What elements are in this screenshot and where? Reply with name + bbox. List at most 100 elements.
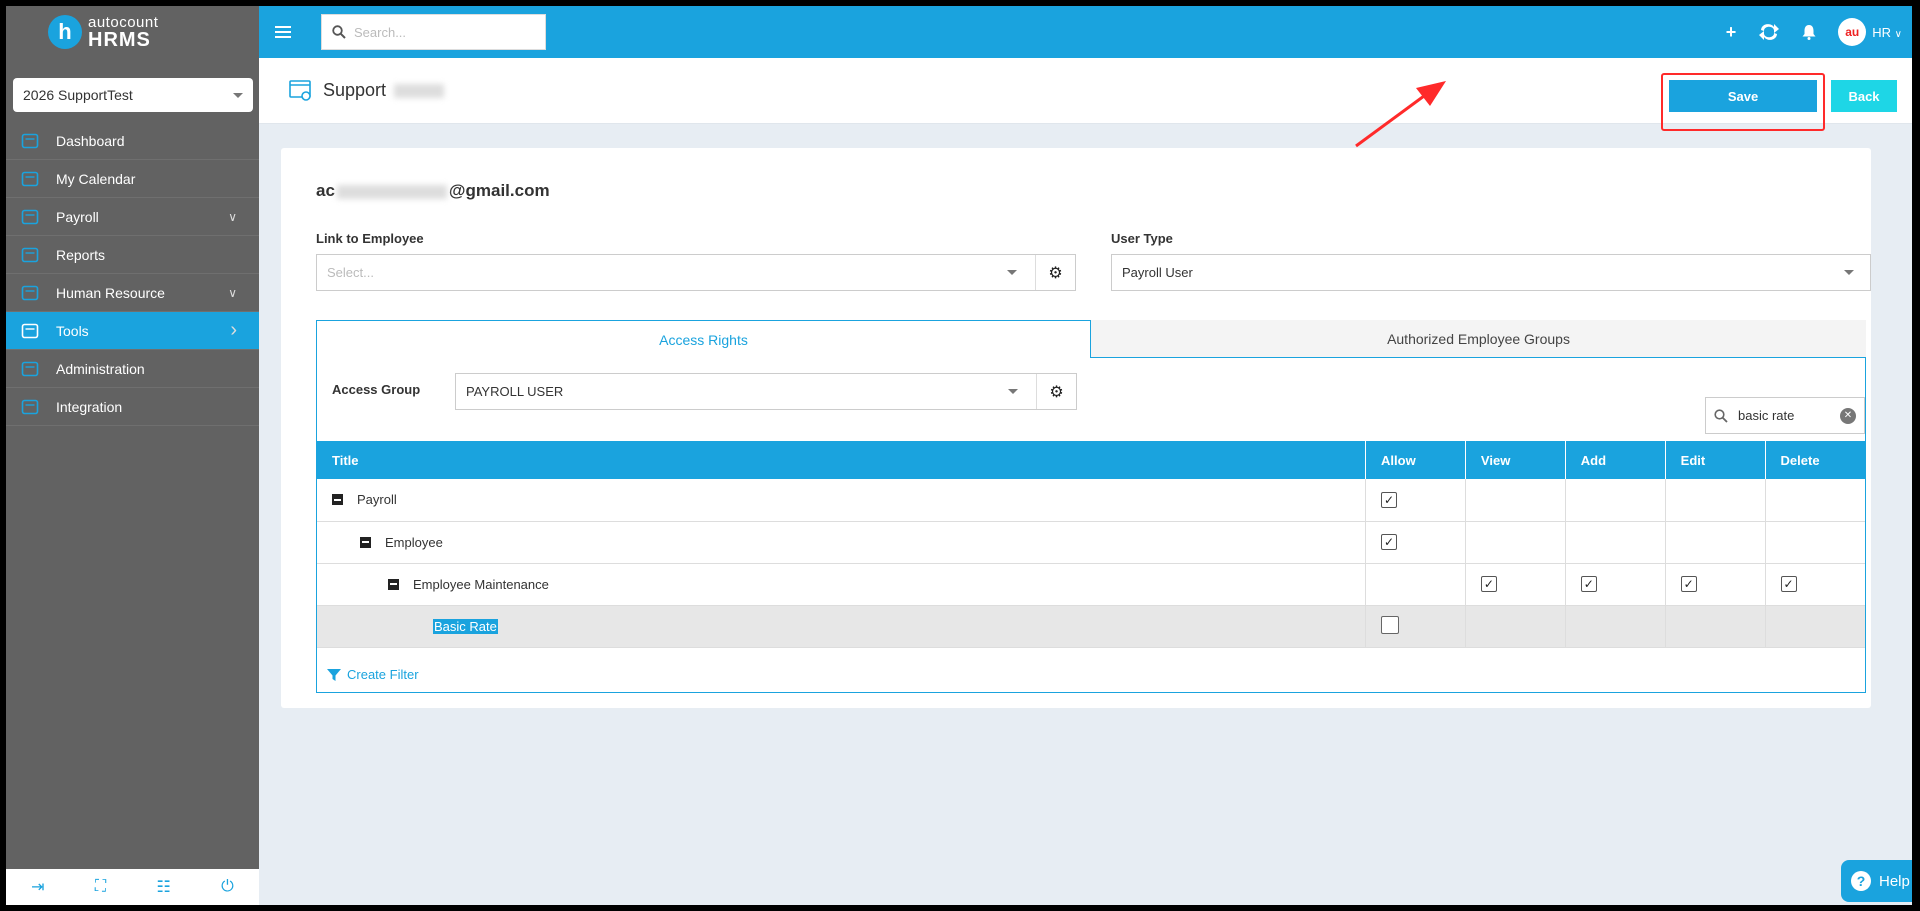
tab-authorized-employee-groups[interactable]: Authorized Employee Groups [1091,320,1866,358]
sidebar-nav: Dashboard My Calendar Payroll ∨ Reports Human… [6,122,259,426]
global-search[interactable] [321,14,546,50]
caret-down-icon [1844,270,1854,275]
user-type-value: Payroll User [1122,265,1193,280]
clear-icon[interactable]: ✕ [1840,407,1856,424]
gear-icon[interactable]: ⚙ [1036,374,1076,409]
help-label: Help [1879,872,1910,890]
sidebar-item-my-calendar[interactable]: My Calendar [6,160,259,198]
sidebar-item-administration[interactable]: Administration [6,350,259,388]
page-header: Support Save Back [259,58,1912,131]
view-checkbox[interactable]: ✓ [1480,576,1497,592]
user-menu[interactable]: HR ∨ [1872,25,1902,40]
administration-icon [20,359,40,379]
perm-cell-view: ✓ [1465,563,1566,606]
gear-icon[interactable]: ⚙ [1035,255,1075,290]
caret-down-icon [1008,389,1018,394]
collapse-icon[interactable] [332,494,343,506]
user-card-icon [289,79,311,101]
column-header-add[interactable]: Add [1565,441,1666,479]
sidebar: h autocount HRMS 2026 SupportTest Dashbo… [6,6,259,905]
sidebar-footer: ⇥ ⛶ ☷ ⏻ [6,869,259,905]
perm-cell-add [1565,521,1666,564]
row-title: Payroll [357,492,397,508]
create-filter-link[interactable]: Create Filter [327,667,419,682]
row-title: Basic Rate [433,618,498,634]
access-rights-table: Title Allow View Add Edit Delete Payroll ✓ Empl… [317,441,1865,648]
sidebar-item-label: Integration [56,398,123,415]
help-icon: ? [1851,871,1871,891]
search-icon [332,25,346,39]
delete-checkbox[interactable]: ✓ [1780,576,1797,592]
access-group-select[interactable]: PAYROLL USER ⚙ [455,373,1077,410]
sidebar-item-label: My Calendar [56,170,136,187]
perm-cell-add: ✓ [1565,563,1666,606]
column-header-title[interactable]: Title [317,441,1367,479]
column-header-edit[interactable]: Edit [1665,441,1766,479]
sidebar-item-tools[interactable]: Tools › [6,312,259,350]
chevron-down-icon: ∨ [228,285,237,300]
chevron-down-icon: ∨ [228,209,237,224]
sync-icon[interactable] [1758,23,1780,41]
bell-icon[interactable] [1802,24,1816,40]
row-title-cell: Employee [317,521,1367,564]
menu-icon[interactable] [275,23,291,41]
filter-icon [327,668,341,681]
row-title-cell: Employee Maintenance [317,563,1367,606]
sidebar-item-human-resource[interactable]: Human Resource ∨ [6,274,259,312]
link-employee-label: Link to Employee [316,231,424,246]
perm-cell-allow [1365,563,1466,606]
translate-icon[interactable]: ☷ [156,877,170,897]
human-resource-icon [20,283,40,303]
company-selector[interactable]: 2026 SupportTest [13,78,253,112]
table-row: Basic Rate [317,605,1865,648]
sidebar-item-integration[interactable]: Integration [6,388,259,426]
row-title-cell: Basic Rate [317,605,1367,648]
link-employee-select[interactable]: Select... ⚙ [316,254,1076,291]
column-header-allow[interactable]: Allow [1365,441,1466,479]
perm-cell-add [1565,605,1666,648]
logo-icon: h [48,15,82,49]
add-checkbox[interactable]: ✓ [1580,576,1597,592]
sidebar-item-label: Human Resource [56,284,165,301]
perm-cell-view [1465,521,1566,564]
fullscreen-icon[interactable]: ⛶ [95,878,106,896]
user-form-card: ac @gmail.com Link to Employee Select... … [281,148,1871,708]
perm-cell-edit: ✓ [1665,563,1766,606]
perm-cell-delete: ✓ [1765,563,1865,606]
allow-checkbox[interactable]: ✓ [1381,534,1398,550]
caret-down-icon [233,92,243,98]
topbar: + au HR ∨ [259,6,1912,58]
row-title: Employee Maintenance [413,576,549,592]
sidebar-item-dashboard[interactable]: Dashboard [6,122,259,160]
user-email: ac @gmail.com [316,181,550,200]
link-employee-value: Select... [327,265,374,280]
collapse-icon[interactable] [388,578,399,590]
edit-checkbox[interactable]: ✓ [1680,576,1697,592]
perm-cell-delete [1765,479,1865,522]
column-header-view[interactable]: View [1465,441,1566,479]
collapse-icon[interactable] [360,536,371,548]
user-type-label: User Type [1111,231,1173,246]
allow-checkbox[interactable] [1381,615,1400,634]
filter-search[interactable]: basic rate ✕ [1705,397,1865,434]
access-group-label: Access Group [332,382,421,397]
search-input[interactable] [354,24,534,40]
perm-cell-delete [1765,605,1865,648]
allow-checkbox[interactable]: ✓ [1381,491,1398,508]
tab-access-rights[interactable]: Access Rights [316,320,1091,358]
brand-logo[interactable]: h autocount HRMS [6,6,259,58]
brand-line2: HRMS [88,28,151,51]
page-title: Support [323,80,445,101]
back-button[interactable]: Back [1831,80,1897,112]
table-row: Employee Maintenance ✓ ✓ ✓ ✓ [317,563,1865,606]
user-type-select[interactable]: Payroll User [1111,254,1871,291]
sidebar-item-payroll[interactable]: Payroll ∨ [6,198,259,236]
column-header-delete[interactable]: Delete [1765,441,1865,479]
power-icon[interactable]: ⏻ [221,878,234,896]
help-button[interactable]: ? Help [1841,860,1912,902]
sidebar-item-reports[interactable]: Reports [6,236,259,274]
avatar[interactable]: au [1838,18,1867,46]
save-button[interactable]: Save [1669,80,1817,112]
plus-icon[interactable]: + [1726,22,1737,43]
logout-icon[interactable]: ⇥ [31,877,44,897]
